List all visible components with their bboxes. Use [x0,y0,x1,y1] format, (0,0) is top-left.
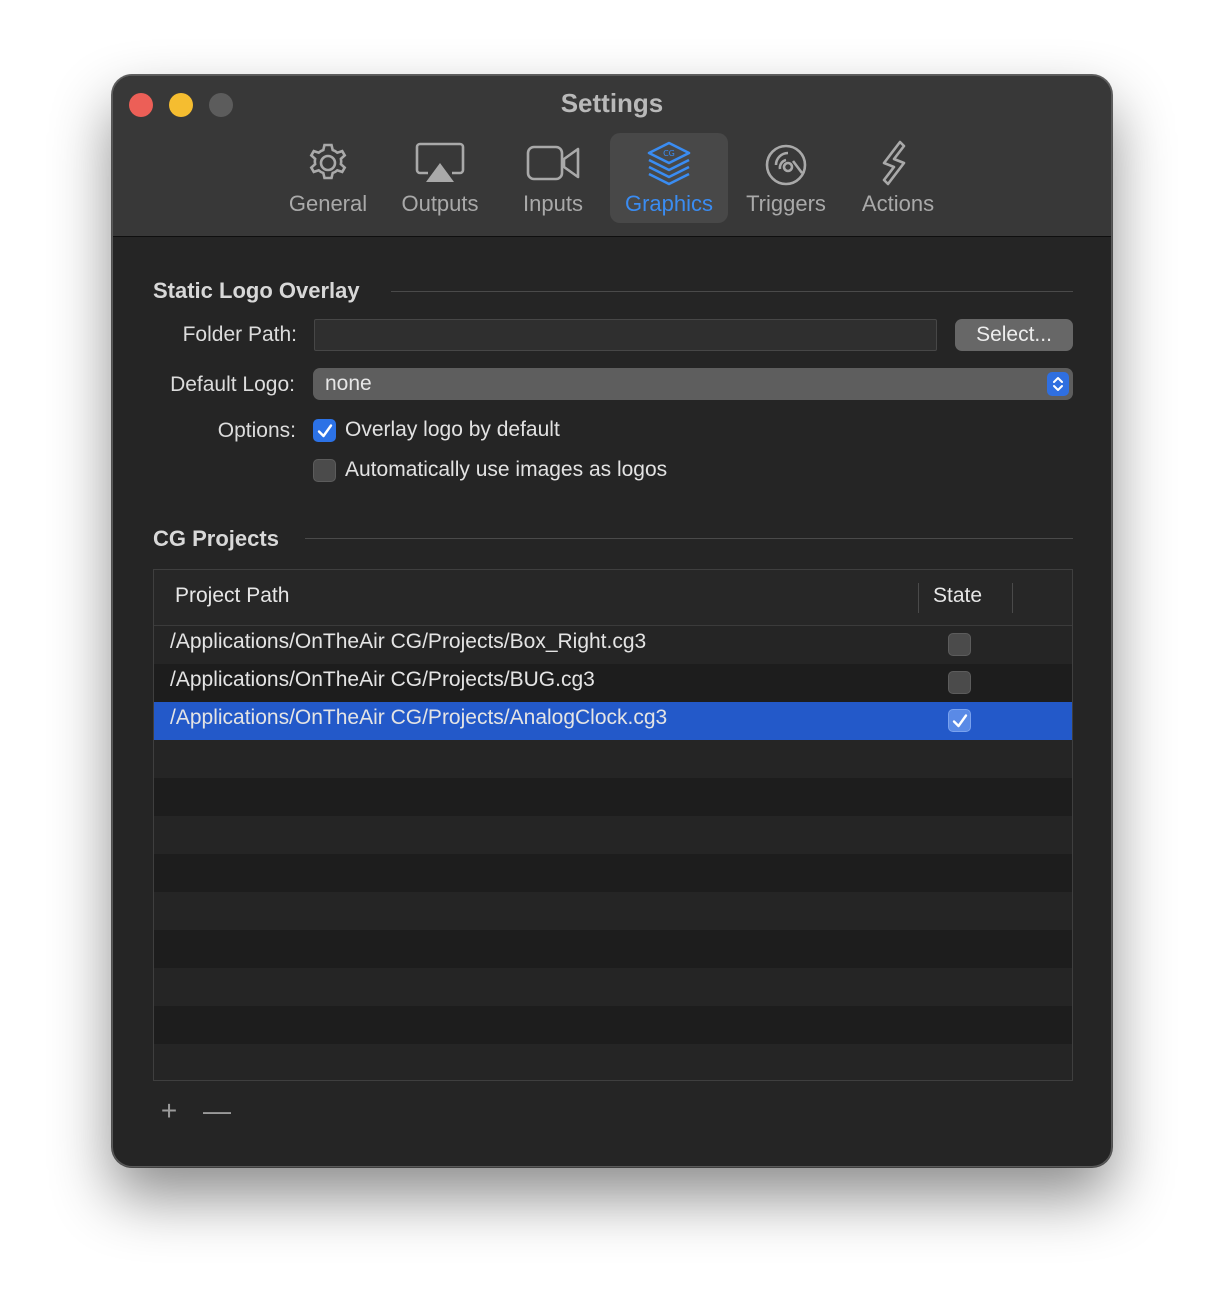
empty-row [154,816,1072,854]
cg-projects-table[interactable]: Project Path State /Applications/OnTheAi… [153,569,1073,1081]
trigger-icon [765,144,807,186]
chevron-updown-icon [1047,372,1069,396]
cg-layers-icon: CG [647,141,691,186]
window-title: Settings [560,88,664,118]
tab-label: General [288,191,368,216]
video-camera-icon [526,145,580,181]
project-path-cell: /Applications/OnTheAir CG/Projects/Box_R… [170,630,647,653]
empty-row [154,854,1072,892]
project-path-cell: /Applications/OnTheAir CG/Projects/BUG.c… [170,668,595,691]
title-bar: Settings General Outputs Inputs CG Graph… [113,76,1111,237]
column-header-project-path[interactable]: Project Path [175,584,289,608]
svg-text:CG: CG [663,149,675,158]
column-divider[interactable] [1012,583,1013,613]
section-divider [391,291,1073,292]
airplay-icon [415,142,465,182]
folder-path-input[interactable] [314,319,937,351]
empty-row [154,930,1072,968]
tab-label: Inputs [523,191,583,216]
auto-images-label: Automatically use images as logos [345,458,668,481]
tab-triggers[interactable]: Triggers [739,133,833,223]
tab-label: Graphics [624,191,714,216]
default-logo-popup[interactable]: none [313,368,1073,400]
table-row[interactable]: /Applications/OnTheAir CG/Projects/Box_R… [154,626,1072,664]
project-path-cell: /Applications/OnTheAir CG/Projects/Analo… [170,706,668,729]
empty-row [154,1044,1072,1080]
select-folder-button[interactable]: Select... [955,319,1073,351]
actions-icon [882,140,906,186]
tab-actions[interactable]: Actions [851,133,945,223]
empty-row [154,1006,1072,1044]
folder-path-label: Folder Path: [182,323,297,346]
state-checkbox[interactable] [948,671,971,694]
table-row[interactable]: /Applications/OnTheAir CG/Projects/BUG.c… [154,664,1072,702]
table-row-selected[interactable]: /Applications/OnTheAir CG/Projects/Analo… [154,702,1072,740]
section-divider [305,538,1073,539]
overlay-logo-checkbox[interactable] [313,419,336,442]
auto-images-checkbox[interactable] [313,459,336,482]
tab-label: Actions [861,191,935,216]
column-header-state[interactable]: State [933,584,982,608]
toolbar-tabs: General Outputs Inputs CG Graphics Trigg… [113,133,1111,225]
tab-general[interactable]: General [281,133,375,223]
tab-label: Outputs [401,191,479,216]
add-project-button[interactable]: + [154,1096,184,1126]
options-label: Options: [217,419,296,442]
section-title-cg-projects: CG Projects [153,526,279,551]
remove-project-button[interactable]: — [202,1096,232,1126]
empty-row [154,892,1072,930]
empty-row [154,778,1072,816]
tab-inputs[interactable]: Inputs [508,133,598,223]
checkmark-icon [952,714,968,728]
empty-row [154,740,1072,778]
state-checkbox[interactable] [948,709,971,732]
state-checkbox[interactable] [948,633,971,656]
default-logo-value: none [325,372,372,395]
tab-graphics[interactable]: CG Graphics [610,133,728,223]
overlay-logo-label: Overlay logo by default [345,418,560,441]
tab-label: Triggers [746,191,826,216]
default-logo-label: Default Logo: [170,373,295,396]
checkmark-icon [317,424,333,438]
section-title-static-logo: Static Logo Overlay [153,278,360,303]
column-divider[interactable] [918,583,919,613]
table-header: Project Path State [154,570,1072,626]
settings-window: Settings General Outputs Inputs CG Graph… [112,75,1112,1167]
gear-icon [309,143,347,180]
tab-outputs[interactable]: Outputs [393,133,487,223]
empty-row [154,968,1072,1006]
